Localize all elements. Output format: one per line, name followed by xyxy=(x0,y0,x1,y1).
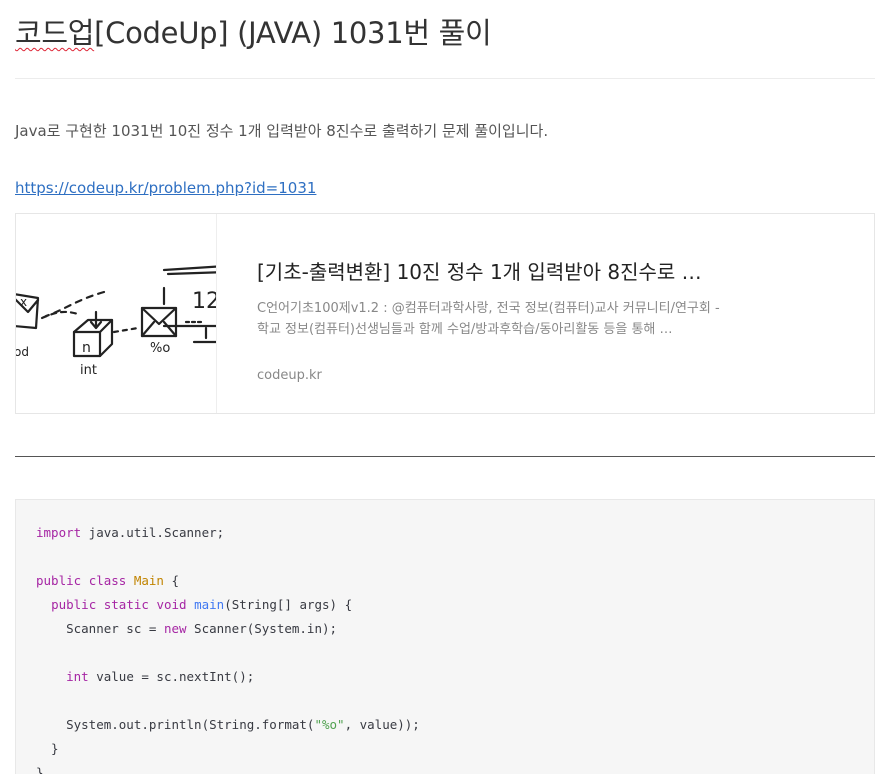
code-token: main xyxy=(194,597,225,612)
code-token: } xyxy=(36,765,44,774)
code-token: (String[] args) { xyxy=(224,597,353,612)
code-token: Scanner sc = xyxy=(36,621,164,636)
code-line: public class Main { xyxy=(36,569,420,593)
code-token: , value)); xyxy=(344,717,420,732)
title-divider xyxy=(15,78,875,79)
code-line: import java.util.Scanner; xyxy=(36,521,420,545)
post-title: 코드업[CodeUp] (JAVA) 1031번 풀이 xyxy=(15,10,492,52)
code-token: { xyxy=(163,573,180,588)
thumb-x-label: x xyxy=(20,295,27,309)
card-thumbnail: x od n int %o 12 xyxy=(16,214,217,413)
code-token: static xyxy=(103,597,149,612)
code-token: new xyxy=(163,621,187,636)
code-token: import xyxy=(36,525,82,540)
post-title-rest: [CodeUp] (JAVA) 1031번 풀이 xyxy=(94,16,492,50)
code-token: "%o" xyxy=(314,717,345,732)
code-line: Scanner sc = new Scanner(System.in); xyxy=(36,617,420,641)
code-line: public static void main(String[] args) { xyxy=(36,593,420,617)
code-token: public xyxy=(36,573,82,588)
code-line: } xyxy=(36,737,420,761)
code-token: void xyxy=(156,597,187,612)
card-domain: codeup.kr xyxy=(257,368,322,383)
thumb-int-label: int xyxy=(80,363,97,378)
section-divider xyxy=(15,456,875,457)
thumb-monitor-number: 12 xyxy=(192,289,216,314)
code-token: System.out.println(String.format( xyxy=(36,717,315,732)
link-preview-card[interactable]: x od n int %o 12 [기초-출력변환] 10진 정수 1개 입력받… xyxy=(15,213,875,414)
code-token: Scanner(System.in); xyxy=(186,621,338,636)
code-block: import java.util.Scanner; public class M… xyxy=(15,499,875,774)
code-token: value = sc.nextInt(); xyxy=(88,669,255,684)
code-token: } xyxy=(36,741,59,756)
thumb-box-label: n xyxy=(82,340,91,356)
code-line: } xyxy=(36,761,420,774)
post-title-prefix: 코드업 xyxy=(15,16,95,50)
intro-text: Java로 구현한 1031번 10진 정수 1개 입력받아 8진수로 출력하기… xyxy=(15,122,549,140)
thumb-od-label: od xyxy=(16,345,29,359)
code-token: Main xyxy=(133,573,164,588)
card-title[interactable]: [기초-출력변환] 10진 정수 1개 입력받아 8진수로 … xyxy=(257,256,737,285)
post-page: 코드업[CodeUp] (JAVA) 1031번 풀이 Java로 구현한 10… xyxy=(0,0,886,774)
code-token: int xyxy=(66,669,89,684)
thumb-percent-label: %o xyxy=(150,341,170,356)
code-line: System.out.println(String.format("%o", v… xyxy=(36,713,420,737)
code-token: public xyxy=(51,597,97,612)
code-content: import java.util.Scanner; public class M… xyxy=(36,521,420,774)
code-token: java.util.Scanner; xyxy=(81,525,225,540)
code-token: class xyxy=(88,573,127,588)
problem-link[interactable]: https://codeup.kr/problem.php?id=1031 xyxy=(15,179,316,197)
code-line: int value = sc.nextInt(); xyxy=(36,665,420,689)
card-description: C언어기초100제v1.2 : @컴퓨터과학사랑, 전국 정보(컴퓨터)교사 커… xyxy=(257,301,720,337)
envelope-illustration-icon: x od n int %o 12 xyxy=(16,265,216,378)
